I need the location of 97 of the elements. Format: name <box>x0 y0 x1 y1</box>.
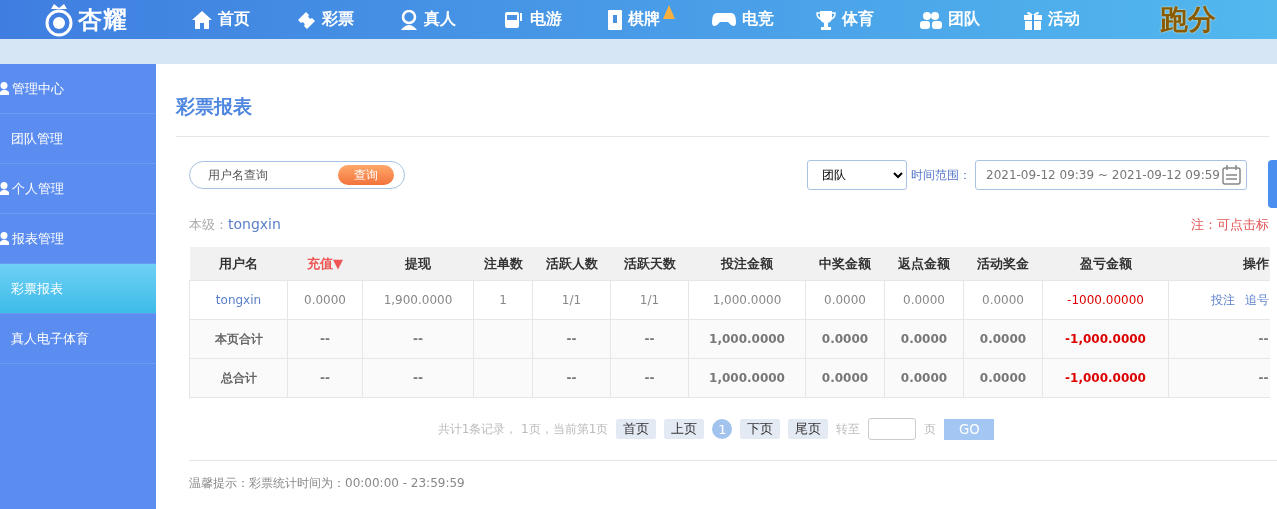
trophy-icon <box>816 9 836 30</box>
goto-label: 转至 <box>836 420 861 438</box>
table-cell: 0.0000 <box>821 332 869 346</box>
user-icon <box>0 232 9 245</box>
nav-link[interactable]: 电竞 <box>712 4 816 35</box>
table-cell: 0.0000 <box>824 293 866 307</box>
table-cell: -- <box>644 371 655 385</box>
action-link[interactable]: 追号 <box>1244 292 1269 307</box>
column-header: 盈亏金额 <box>1042 247 1169 281</box>
level-text: 本级：tongxin <box>189 216 281 234</box>
table-cell: 0.0000 <box>304 293 346 307</box>
sidebar-item[interactable]: 个人管理 <box>0 164 156 214</box>
note-text: 注：可点击标 <box>1191 216 1269 234</box>
nav-link[interactable]: 活动 <box>1024 4 1128 35</box>
nav-link[interactable]: 首页 <box>192 4 296 35</box>
calendar-icon <box>1222 165 1241 185</box>
nav-link[interactable]: 体育 <box>816 4 920 35</box>
column-header[interactable]: 充值▼ <box>287 247 363 281</box>
table-cell: 0.0000 <box>900 332 948 346</box>
column-header: 操作 <box>1168 247 1270 281</box>
table-cell: -- <box>566 332 577 346</box>
page-unit-label: 页 <box>924 420 937 438</box>
table-cell: -1,000.0000 <box>1065 371 1146 385</box>
brand-logo-text: 杏耀 <box>78 4 128 36</box>
column-header: 活跃人数 <box>532 247 611 281</box>
column-header: 活跃天数 <box>610 247 689 281</box>
page-input[interactable] <box>868 418 917 440</box>
gift-icon <box>1024 9 1042 30</box>
table-cell: -1,000.0000 <box>1065 332 1146 346</box>
go-button[interactable]: GO <box>944 418 995 440</box>
user-link[interactable]: tongxin <box>228 216 281 232</box>
table-cell: 0.0000 <box>982 293 1024 307</box>
scope-select[interactable]: 团队 <box>807 160 907 190</box>
column-header: 中奖金额 <box>805 247 885 281</box>
table-cell: -- <box>644 332 655 346</box>
table-cell: -- <box>1258 332 1269 346</box>
column-header: 提现 <box>362 247 474 281</box>
nav-link[interactable]: 彩票 <box>296 4 400 35</box>
crest-logo-icon <box>44 2 74 37</box>
table-cell: 0.0000 <box>979 332 1027 346</box>
nav-link[interactable]: 棋牌 <box>608 4 712 35</box>
promo-title[interactable]: 跑分 <box>1160 0 1216 39</box>
table-cell: 1 <box>499 293 507 307</box>
nav-link[interactable]: 真人 <box>400 4 504 35</box>
user-link[interactable]: tongxin <box>215 293 262 307</box>
query-button[interactable]: 查询 <box>338 165 394 185</box>
ticket-icon <box>296 10 316 29</box>
column-header: 返点金额 <box>884 247 964 281</box>
sidebar-item[interactable]: 团队管理 <box>0 114 156 164</box>
table-cell: -- <box>320 371 330 385</box>
table-cell: -- <box>1258 371 1269 385</box>
table-cell: -- <box>413 332 423 346</box>
page-button[interactable]: 尾页 <box>788 419 829 439</box>
table-cell: 0.0000 <box>900 371 948 385</box>
people-icon <box>920 10 942 29</box>
table-cell: -- <box>413 371 423 385</box>
table-cell: -- <box>320 332 330 346</box>
house-icon <box>192 10 212 29</box>
table-cell: 1,000.0000 <box>712 293 782 307</box>
nav-link[interactable]: 电游 <box>504 4 608 35</box>
table-cell: 0.0000 <box>979 371 1027 385</box>
table-cell: 1/1 <box>639 293 660 307</box>
table-cell: 本页合计 <box>214 331 263 346</box>
page-button[interactable]: 下页 <box>740 419 781 439</box>
page-title: 彩票报表 <box>176 64 1269 137</box>
column-header: 投注金额 <box>688 247 806 281</box>
page-button[interactable]: 首页 <box>616 419 657 439</box>
floating-side-tab[interactable] <box>1268 160 1277 208</box>
table-cell: 0.0000 <box>821 371 869 385</box>
user-icon <box>0 182 9 195</box>
nav-link[interactable]: 团队 <box>920 4 1024 35</box>
table-cell: 1/1 <box>561 293 582 307</box>
tip-text: 温馨提示：彩票统计时间为：00:00:00 - 23:59:59 <box>189 475 466 492</box>
column-header: 活动奖金 <box>963 247 1043 281</box>
table-cell: 总合计 <box>220 370 257 385</box>
pagination-summary: 共计1条记录， 1页，当前第1页 <box>437 420 609 438</box>
table-cell: 1,000.0000 <box>709 371 785 385</box>
person-icon <box>400 9 418 30</box>
column-header: 注单数 <box>473 247 533 281</box>
gamepad-icon <box>712 11 736 28</box>
action-link[interactable]: 投注 <box>1210 292 1235 307</box>
range-label: 时间范围： <box>911 166 971 184</box>
date-range-field[interactable]: 2021-09-12 09:39 ~ 2021-09-12 09:59 <box>975 160 1247 190</box>
column-header: 用户名 <box>189 247 288 281</box>
page-button[interactable]: 1 <box>712 419 733 439</box>
page-button[interactable]: 上页 <box>664 419 705 439</box>
table-cell: 1,900.0000 <box>383 293 453 307</box>
sidebar-item[interactable]: 管理中心 <box>0 64 156 114</box>
table-cell: 1,000.0000 <box>709 332 785 346</box>
sidebar-item[interactable]: 彩票报表 <box>0 264 156 314</box>
sidebar-item[interactable]: 真人电子体育 <box>0 314 156 364</box>
table-cell: -1000.00000 <box>1067 293 1144 307</box>
user-icon <box>0 82 9 95</box>
table-cell: 0.0000 <box>903 293 945 307</box>
table-cell: -- <box>566 371 577 385</box>
slot-machine-icon <box>504 10 524 29</box>
card-icon <box>608 9 622 30</box>
